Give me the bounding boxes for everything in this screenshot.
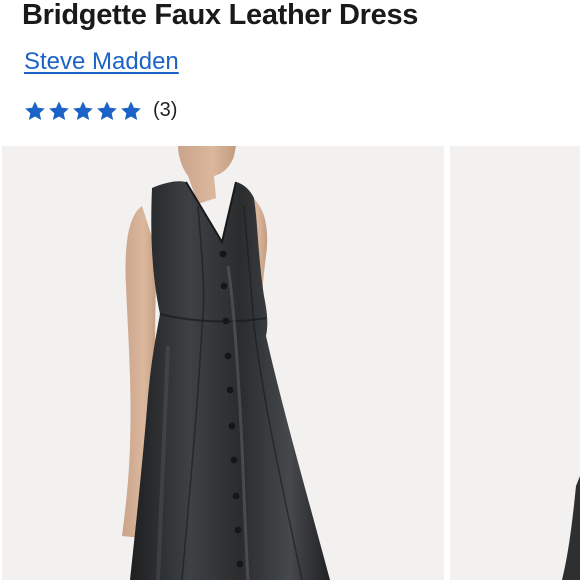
product-image-gallery — [0, 146, 580, 580]
next-image-preview — [562, 476, 580, 580]
rating[interactable]: (3) — [24, 99, 177, 122]
star-icon — [97, 100, 117, 120]
brand-link[interactable]: Steve Madden — [24, 48, 179, 76]
star-icon — [49, 100, 69, 120]
review-count[interactable]: (3) — [153, 99, 177, 122]
star-icon — [25, 100, 45, 120]
product-title: Bridgette Faux Leather Dress — [22, 0, 419, 31]
product-image-main[interactable] — [2, 146, 444, 580]
dress-illustration — [122, 146, 330, 580]
star-icon — [121, 100, 141, 120]
product-image-next[interactable] — [450, 146, 580, 580]
star-icon — [73, 100, 93, 120]
star-rating — [24, 100, 142, 122]
